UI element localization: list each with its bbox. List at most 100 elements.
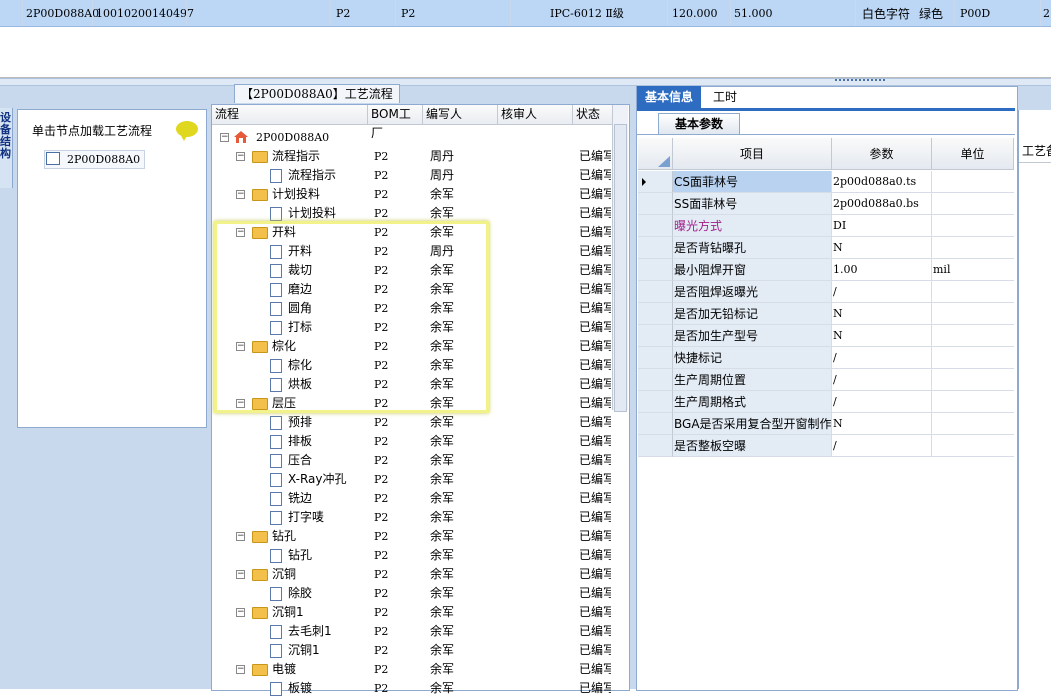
param-row[interactable]: 曝光方式 DI (638, 215, 1014, 237)
grid-header-param[interactable]: 参数 (832, 138, 932, 170)
tree-root-row[interactable]: − 2P00D088A0 (212, 128, 612, 147)
col-header-reviewer[interactable]: 核审人 (498, 105, 573, 124)
param-value[interactable]: 2p00d088a0.ts (832, 171, 932, 193)
step-bom: P2 (374, 625, 389, 638)
document-icon (270, 625, 282, 639)
grid-header-unit[interactable]: 单位 (932, 138, 1014, 170)
row-selector[interactable] (638, 391, 673, 413)
param-row[interactable]: 是否加生产型号 N (638, 325, 1014, 347)
document-icon (270, 454, 282, 468)
tree-row[interactable]: 去毛刺1 P2 余军 已编写 (212, 622, 612, 641)
step-bom: P2 (374, 169, 389, 182)
param-value[interactable]: / (832, 281, 932, 303)
row-selector[interactable] (638, 237, 673, 259)
param-value[interactable]: N (832, 303, 932, 325)
production-factory: P2 (401, 7, 416, 20)
param-value[interactable]: N (832, 237, 932, 259)
tree-row[interactable]: 钻孔 P2 余军 已编写 (212, 546, 612, 565)
row-selector[interactable] (638, 369, 673, 391)
order-code-short: P00D (960, 7, 991, 20)
step-bom: P2 (374, 663, 389, 676)
row-selector[interactable] (638, 325, 673, 347)
param-value[interactable]: 1.00 (832, 259, 932, 281)
param-row[interactable]: 最小阻焊开窗 1.00 mil (638, 259, 1014, 281)
param-row[interactable]: 生产周期位置 / (638, 369, 1014, 391)
collapse-icon[interactable]: − (220, 133, 229, 142)
row-selector[interactable] (638, 215, 673, 237)
row-selector[interactable] (638, 259, 673, 281)
collapse-icon[interactable]: − (236, 608, 245, 617)
remarks-label[interactable]: 工艺备注 (1022, 142, 1051, 159)
tree-row[interactable]: − 流程指示 P2 周丹 已编写 (212, 147, 612, 166)
param-value[interactable]: / (832, 391, 932, 413)
tree-row[interactable]: 预排 P2 余军 已编写 (212, 413, 612, 432)
col-header-flow[interactable]: 流程 (212, 105, 368, 124)
param-row[interactable]: 是否阻焊返曝光 / (638, 281, 1014, 303)
collapse-icon[interactable]: − (236, 665, 245, 674)
grid-header-item[interactable]: 项目 (673, 138, 832, 170)
step-status: 已编写 (579, 168, 611, 182)
param-value[interactable]: / (832, 347, 932, 369)
row-selector[interactable] (638, 171, 673, 193)
param-row[interactable]: 生产周期格式 / (638, 391, 1014, 413)
param-row[interactable]: BGA是否采用复合型开窗制作 N (638, 413, 1014, 435)
horizontal-splitter[interactable] (0, 78, 1051, 86)
tree-row[interactable]: 打字唛 P2 余军 已编写 (212, 508, 612, 527)
tree-row[interactable]: − 沉铜1 P2 余军 已编写 (212, 603, 612, 622)
row-selector[interactable] (638, 303, 673, 325)
param-unit: mil (932, 259, 1014, 281)
param-row[interactable]: SS面菲林号 2p00d088a0.bs (638, 193, 1014, 215)
param-item: 是否整板空曝 (673, 435, 832, 457)
row-selector[interactable] (638, 193, 673, 215)
tab-work-hours[interactable]: 工时 (705, 86, 745, 108)
folder-icon (252, 189, 268, 201)
process-flow-tab[interactable]: 【2P00D088A0】工艺流程 (234, 84, 400, 103)
selected-order-row[interactable]: 2P00D088A0 10010200140497 P2 P2 IPC-6012… (0, 0, 1051, 27)
tree-row[interactable]: − 沉铜 P2 余军 已编写 (212, 565, 612, 584)
param-row[interactable]: 是否背钻曝孔 N (638, 237, 1014, 259)
tree-row[interactable]: 铣边 P2 余军 已编写 (212, 489, 612, 508)
tree-row[interactable]: − 电镀 P2 余军 已编写 (212, 660, 612, 679)
solder-mask-color: 绿色 (919, 7, 944, 21)
row-selector[interactable] (638, 435, 673, 457)
param-value[interactable]: DI (832, 215, 932, 237)
param-value[interactable]: N (832, 325, 932, 347)
row-selector[interactable] (638, 413, 673, 435)
param-value[interactable]: / (832, 369, 932, 391)
collapse-icon[interactable]: − (236, 152, 245, 161)
step-name: 钻孔 (272, 529, 297, 543)
tree-row[interactable]: X-Ray冲孔 P2 余军 已编写 (212, 470, 612, 489)
collapse-icon[interactable]: − (236, 570, 245, 579)
collapse-icon[interactable]: − (236, 190, 245, 199)
row-selector[interactable] (638, 347, 673, 369)
step-bom: P2 (374, 568, 389, 581)
col-header-bom[interactable]: BOM工厂 (368, 105, 423, 140)
tree-row[interactable]: 沉铜1 P2 余军 已编写 (212, 641, 612, 660)
tree-row[interactable]: − 钻孔 P2 余军 已编写 (212, 527, 612, 546)
tree-row[interactable]: 排板 P2 余军 已编写 (212, 432, 612, 451)
subtab-basic-params[interactable]: 基本参数 (658, 113, 740, 135)
collapse-icon[interactable]: − (236, 532, 245, 541)
folder-icon (252, 664, 268, 676)
tree-row[interactable]: 流程指示 P2 周丹 已编写 (212, 166, 612, 185)
tree-scroll-thumb[interactable] (614, 124, 627, 412)
document-icon (270, 435, 282, 449)
document-icon (270, 169, 282, 183)
param-row[interactable]: 快捷标记 / (638, 347, 1014, 369)
param-value[interactable]: 2p00d088a0.bs (832, 193, 932, 215)
row-selector[interactable] (638, 281, 673, 303)
speech-bubble-tail-icon (180, 134, 188, 141)
param-value[interactable]: N (832, 413, 932, 435)
param-row[interactable]: CS面菲林号 2p00d088a0.ts (638, 171, 1014, 193)
col-header-status[interactable]: 状态 (573, 105, 615, 124)
param-row[interactable]: 是否整板空曝 / (638, 435, 1014, 457)
document-icon (270, 511, 282, 525)
tree-row[interactable]: 压合 P2 余军 已编写 (212, 451, 612, 470)
param-row[interactable]: 是否加无铅标记 N (638, 303, 1014, 325)
tab-basic-info[interactable]: 基本信息 (637, 86, 701, 108)
col-header-writer[interactable]: 编写人 (423, 105, 498, 124)
tree-row[interactable]: − 计划投料 P2 余军 已编写 (212, 185, 612, 204)
splitter-grip-icon[interactable] (835, 79, 885, 84)
param-value[interactable]: / (832, 435, 932, 457)
tree-row[interactable]: 除胶 P2 余军 已编写 (212, 584, 612, 603)
